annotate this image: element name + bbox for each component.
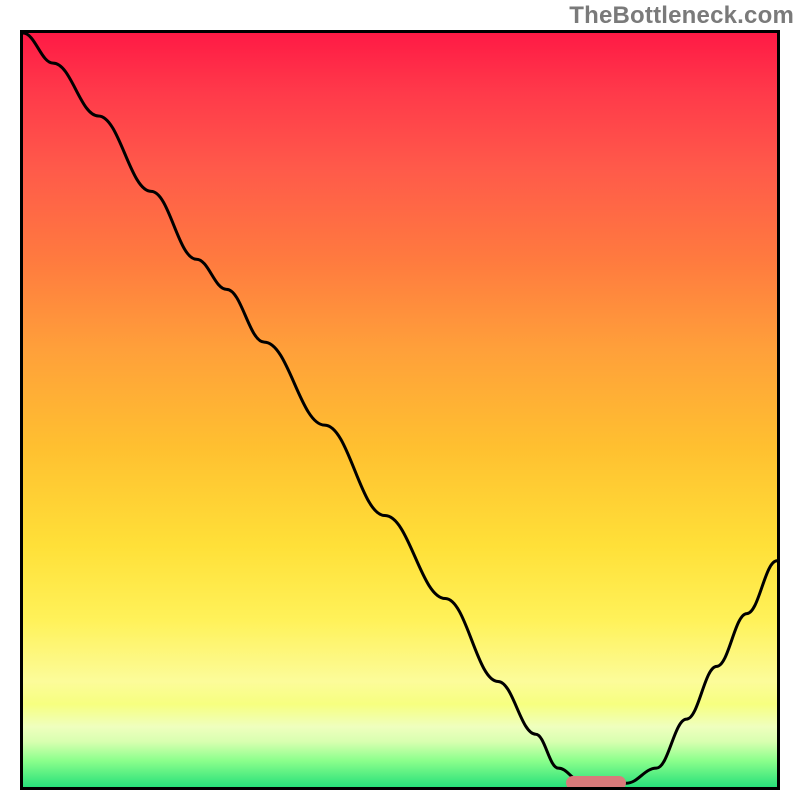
watermark-text: TheBottleneck.com: [569, 2, 794, 30]
bottleneck-curve: [23, 33, 777, 787]
bottleneck-chart: [20, 30, 780, 790]
optimal-marker: [566, 776, 626, 790]
